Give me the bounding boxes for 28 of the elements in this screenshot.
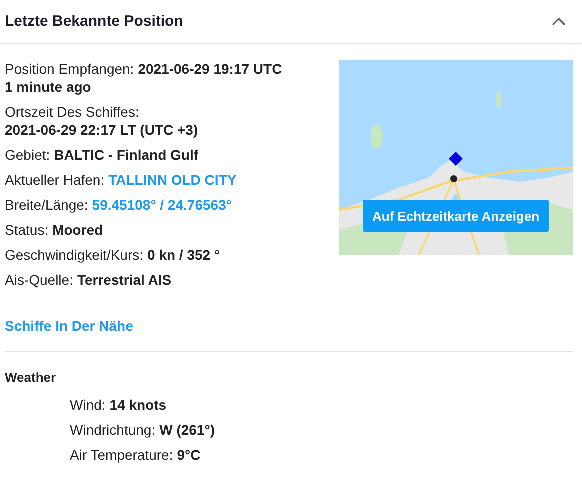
detail-link[interactable]: TALLINN OLD CITY — [108, 172, 237, 188]
detail-value: 0 kn / 352 ° — [148, 247, 220, 263]
weather-title: Weather — [5, 370, 58, 386]
nearby-ships-link[interactable]: Schiffe In Der Nähe — [5, 317, 134, 335]
detail-label: Geschwindigkeit/Kurs: — [5, 247, 144, 263]
detail-value: Moored — [52, 222, 104, 238]
weather-value: 9°C — [177, 447, 201, 463]
detail-value: 2021-06-29 22:17 LT (UTC +3) — [5, 122, 198, 138]
weather-label: Windrichtung: — [70, 422, 156, 438]
weather-label: Wind: — [70, 397, 106, 413]
live-map-button[interactable]: Auf Echtzeitkarte Anzeigen — [363, 200, 549, 232]
detail-label: Ortszeit Des Schiffes: — [5, 103, 140, 121]
detail-label: Breite/Länge: — [5, 197, 88, 213]
detail-label: Status: — [5, 222, 49, 238]
weather-value: 14 knots — [110, 397, 167, 413]
weather-value: W (261°) — [160, 422, 215, 438]
detail-value: Terrestrial AIS — [77, 272, 172, 288]
detail-link[interactable]: 59.45108° / 24.76563° — [92, 197, 232, 213]
detail-label: Aktueller Hafen: — [5, 172, 105, 188]
detail-label: Position Empfangen: — [5, 61, 134, 77]
detail-label: Ais-Quelle: — [5, 272, 74, 288]
chevron-icon[interactable] — [552, 17, 566, 26]
detail-label: Gebiet: — [5, 147, 50, 163]
detail-value: 2021-06-29 19:17 UTC — [138, 61, 282, 77]
weather-label: Air Temperature: — [70, 447, 174, 463]
time-ago: 1 minute ago — [5, 78, 92, 96]
panel-title: Letzte Bekannte Position — [5, 13, 184, 30]
detail-value: BALTIC - Finland Gulf — [54, 147, 199, 163]
